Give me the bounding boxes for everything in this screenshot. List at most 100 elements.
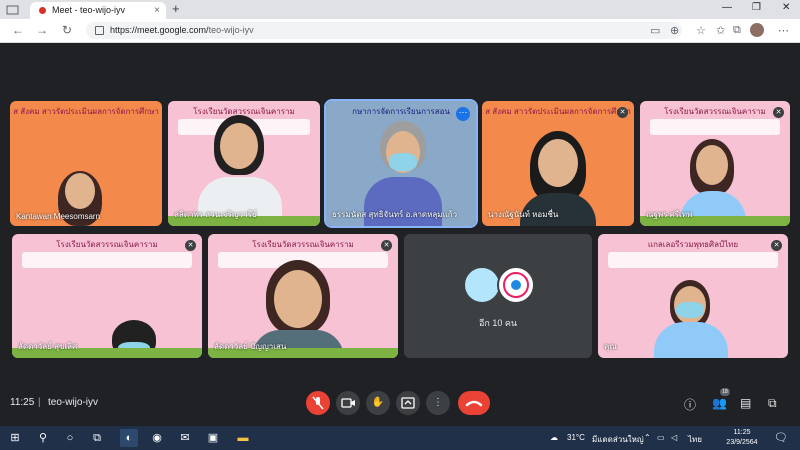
task-view-icon[interactable]: ⧉ (90, 431, 104, 445)
mic-off-icon (312, 396, 324, 410)
slide-title: โรงเรียนวัดสวรรณเจินคาราม (664, 107, 766, 116)
notification-icon[interactable]: 🗨 (774, 431, 788, 444)
camera-permission-icon[interactable]: ▭ (650, 24, 660, 37)
mic-off-button[interactable] (306, 391, 330, 415)
tray-chevron-up-icon[interactable]: ⌃ (644, 433, 651, 442)
tile-options-icon[interactable]: ⋯ (456, 107, 470, 121)
tab-title: Meet - teo-wijo-iyv (52, 5, 126, 15)
meeting-time: 11:25 (10, 397, 35, 408)
network-icon[interactable]: ▭ (657, 433, 665, 442)
participant-tile-6[interactable]: โรงเรียนวัดสวรรณเจินคาราม ✕ ลัดดาวัลย์ ส… (12, 234, 202, 358)
meeting-code: teo-wijo-iyv (48, 397, 99, 408)
participant-name: Kantawan Meesomsarn (16, 212, 101, 221)
participant-face (696, 145, 728, 185)
participant-name: คุณ (604, 342, 617, 351)
browser-tab-bar: Meet - teo-wijo-iyv × + — ❐ ✕ (0, 0, 800, 19)
store-icon[interactable]: ▣ (206, 431, 220, 445)
camera-icon (341, 398, 355, 408)
participant-tile-4[interactable]: ส สังคม สาวรัตประเมินผลการจัดการศึกษา ✕ … (482, 101, 634, 226)
forward-arrow-icon[interactable]: → (36, 23, 48, 37)
clock-time: 11:25 (733, 429, 751, 436)
favorite-star-icon[interactable]: ☆ (696, 24, 706, 37)
raise-hand-button[interactable]: ✋ (366, 391, 390, 415)
participant-tile-1[interactable]: ส สังคม สาวรัตประเมินผลการจัดการศึกษา Ka… (10, 101, 162, 226)
hand-icon: ✋ (371, 397, 385, 408)
self-view-tile[interactable]: แกลเลอรีรวมพุทธศิลป์ไทย ✕ คุณ (598, 234, 788, 358)
slide-subtitle-box (22, 252, 192, 268)
back-arrow-icon[interactable]: ← (12, 23, 24, 37)
chrome-icon[interactable]: ◉ (150, 431, 164, 445)
window-menu-icon[interactable] (6, 3, 20, 15)
meeting-details-icon[interactable]: ⓘ (684, 396, 696, 413)
cortana-icon[interactable]: ○ (63, 431, 77, 445)
mail-icon[interactable]: ✉ (178, 431, 192, 445)
edge-browser-icon[interactable]: ◐ (120, 429, 138, 447)
participant-tile-5[interactable]: โรงเรียนวัดสวรรณเจินคาราม ✕ ณฐพร ศรีเทพ (640, 101, 790, 226)
slide-title: ส สังคม สาวรัตประเมินผลการจัดการศึกษา (13, 107, 159, 116)
more-participants-tile[interactable]: อีก 10 คน (404, 234, 592, 358)
participant-name: ลัดดาวัลย์ ปัญญาเสน (214, 342, 287, 351)
weather-icon[interactable]: ☁ (550, 433, 558, 442)
face-mask (676, 302, 704, 318)
present-screen-icon (401, 397, 415, 409)
favorites-icon[interactable]: ✩ (716, 24, 725, 37)
browser-tab-meet[interactable]: Meet - teo-wijo-iyv × (30, 2, 166, 19)
lock-icon (95, 26, 104, 35)
close-window-button[interactable]: ✕ (782, 2, 790, 13)
volume-icon[interactable]: ◁ (671, 433, 677, 442)
chat-icon[interactable]: ▤ (740, 396, 751, 410)
weather-text: มีแดดส่วนใหญ่ (592, 435, 644, 444)
zoom-icon[interactable]: ⊕ (670, 24, 679, 37)
muted-mic-icon: ✕ (185, 240, 196, 251)
participant-face (274, 270, 322, 328)
input-language[interactable]: ไทย (688, 433, 702, 446)
address-bar[interactable]: https://meet.google.com/teo-wijo-iyv (86, 22, 682, 39)
more-participants-label: อีก 10 คน (478, 318, 518, 328)
present-screen-button[interactable] (396, 391, 420, 415)
slide-title: โรงเรียนวัดสวรรณเจินคาราม (252, 240, 354, 249)
more-options-button[interactable]: ⋮ (426, 391, 450, 415)
participant-face (65, 173, 95, 209)
system-clock[interactable]: 11:25 23/9/2564 (722, 428, 762, 448)
windows-start-icon[interactable]: ⊞ (8, 431, 22, 445)
participant-tile-7[interactable]: โรงเรียนวัดสวรรณเจินคาราม ✕ ลัดดาวัลย์ ป… (208, 234, 398, 358)
windows-taskbar: ⊞ ⚲ ○ ⧉ ◐ ◉ ✉ ▣ ▬ ☁ 31°C มีแดดส่วนใหญ่ ⌃… (0, 426, 800, 450)
slide-title: โรงเรียนวัดสวรรณเจินคาราม (56, 240, 158, 249)
participant-tile-3-active[interactable]: กษาการจัดการเรียนการสอน ⋯ ธรรมนัดส สุทธิ… (324, 99, 478, 228)
slide-subtitle-box (650, 119, 780, 135)
slide-title: ส สังคม สาวรัตประเมินผลการจัดการศึกษา (485, 107, 631, 116)
profile-avatar[interactable] (750, 23, 764, 37)
tab-close-button[interactable]: × (154, 2, 160, 19)
activities-icon[interactable]: ⧉ (768, 396, 777, 411)
participant-body (654, 322, 728, 358)
participant-name: ลลิตาพร สวนเจริญวารีย์ (174, 210, 257, 219)
camera-button[interactable] (336, 391, 360, 415)
participant-name: นางณัฐนันท์ หอมชื่น (488, 210, 559, 219)
participant-face (220, 123, 258, 169)
file-explorer-icon[interactable]: ▬ (236, 431, 250, 445)
reload-icon[interactable]: ↻ (62, 23, 72, 37)
leave-call-button[interactable] (458, 391, 490, 415)
url-path: teo-wijo-iyv (208, 25, 254, 35)
muted-mic-icon: ✕ (617, 107, 628, 118)
more-vert-icon: ⋮ (433, 397, 443, 408)
clock-date: 23/9/2564 (726, 439, 758, 446)
slide-title: กษาการจัดการเรียนการสอน (352, 107, 450, 116)
participant-tile-2[interactable]: โรงเรียนวัดสวรรณเจินคาราม ลลิตาพร สวนเจร… (168, 101, 320, 226)
collections-icon[interactable]: ⧉ (733, 24, 741, 37)
participant-face (538, 139, 578, 187)
muted-mic-icon: ✕ (773, 107, 784, 118)
maximize-button[interactable]: ❐ (752, 2, 761, 13)
muted-mic-icon: ✕ (771, 240, 782, 251)
url-host: https://meet.google.com/ (110, 25, 209, 35)
people-icon[interactable]: 👥 (712, 396, 727, 410)
temperature: 31°C (567, 433, 585, 442)
search-icon[interactable]: ⚲ (36, 431, 50, 445)
more-options-icon[interactable]: ⋯ (778, 24, 789, 37)
new-tab-button[interactable]: + (172, 1, 180, 16)
browser-toolbar: ← → ↻ https://meet.google.com/teo-wijo-i… (0, 19, 800, 43)
participant-count-badge: 18 (720, 388, 730, 396)
muted-mic-icon: ✕ (381, 240, 392, 251)
minimize-button[interactable]: — (722, 2, 732, 13)
participant-name: ณฐพร ศรีเทพ (646, 210, 693, 219)
